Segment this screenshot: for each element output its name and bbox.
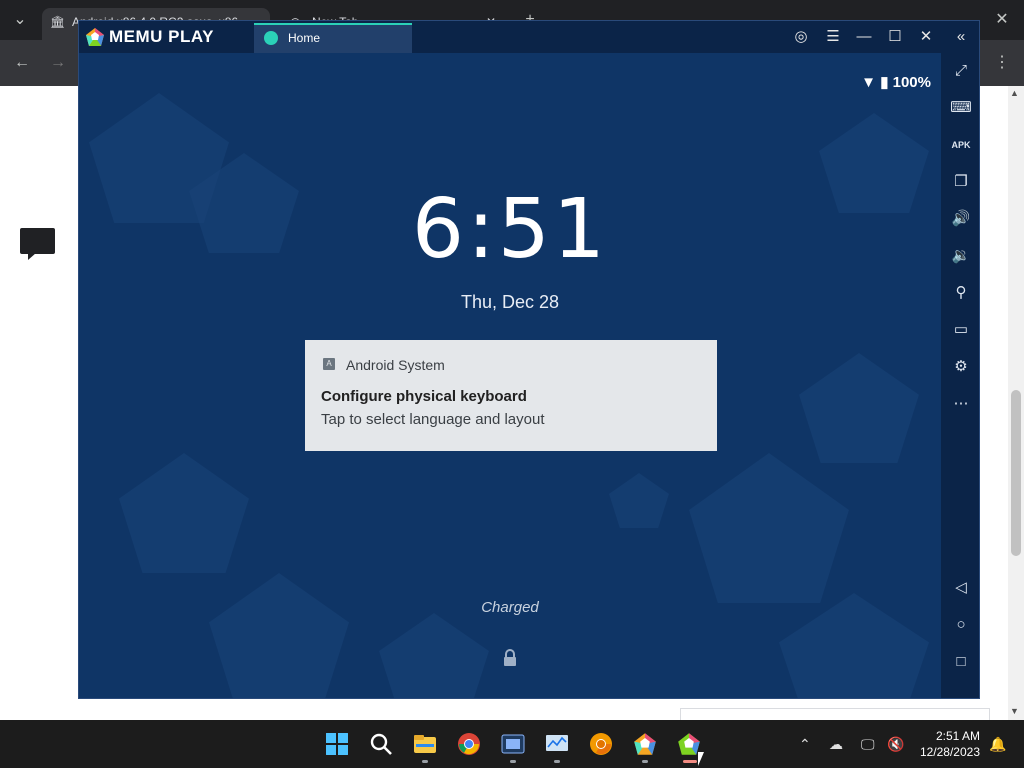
location-icon[interactable]: ⚲ (949, 281, 973, 305)
background-pentagon (119, 453, 249, 573)
close-icon[interactable]: ✕ (916, 27, 936, 47)
bank-icon: 🏛 (50, 15, 66, 29)
memu-brand: MEMU PLAY (109, 27, 214, 46)
scrollbar-thumb[interactable] (1011, 390, 1021, 556)
tab-search-dropdown-icon[interactable]: ⌄ (8, 10, 32, 30)
chrome-icon[interactable] (457, 732, 481, 756)
running-indicator (642, 760, 648, 763)
scroll-up-icon[interactable]: ▲ (1010, 88, 1019, 98)
account-icon[interactable]: ◎ (791, 27, 811, 47)
memu-sidebar: ⤢ ⌨ APK ❐ 🔊 🔉 ⚲ ▭ ⚙ ⋯ ◁ ○ □ (941, 53, 979, 698)
network-icon[interactable]: 🖵 (861, 734, 875, 754)
menu-icon[interactable]: ☰ (823, 27, 843, 47)
back-arrow-icon[interactable]: ← (10, 53, 34, 73)
chat-icon[interactable] (20, 228, 55, 260)
monitor-icon[interactable] (545, 732, 569, 756)
active-app-indicator (683, 760, 697, 763)
notification-card[interactable]: A Android System Configure physical keyb… (305, 340, 717, 451)
memu-window: MEMU PLAY Home ◎ ☰ — ☐ ✕ « ▼ ▮ 100% 6:51… (78, 20, 980, 699)
notification-app: Android System (346, 357, 445, 373)
android-system-icon: A (323, 358, 335, 370)
battery-icon: ▮ (880, 74, 889, 91)
running-indicator (510, 760, 516, 763)
background-pentagon (799, 353, 919, 463)
minimize-icon[interactable]: — (854, 27, 874, 47)
mouse-cursor-icon (698, 752, 704, 766)
apk-icon[interactable]: APK (949, 133, 973, 157)
home-icon[interactable]: ○ (949, 613, 973, 637)
windows-start-icon[interactable] (325, 732, 349, 756)
tray-time[interactable]: 2:51 AM (910, 729, 980, 744)
onedrive-icon[interactable]: ☁ (829, 734, 843, 754)
background-pentagon (209, 573, 349, 698)
chrome-canary-icon[interactable] (589, 732, 613, 756)
running-indicator (554, 760, 560, 763)
settings-icon[interactable]: ⚙ (949, 355, 973, 379)
lockscreen-clock: 6:51 (411, 182, 609, 277)
wifi-icon: ▼ (861, 74, 877, 91)
memu-icon[interactable] (633, 732, 657, 756)
background-pentagon (379, 613, 489, 698)
browser-menu-icon[interactable]: ⋮ (990, 53, 1014, 73)
recents-icon[interactable]: □ (949, 650, 973, 674)
scroll-down-icon[interactable]: ▼ (1010, 706, 1019, 716)
running-indicator (422, 760, 428, 763)
fullscreen-icon[interactable]: ⤢ (949, 59, 973, 83)
notification-bell-icon[interactable]: 🔔 (989, 734, 1006, 754)
memu-tab-home[interactable]: Home (254, 23, 412, 53)
volume-up-icon[interactable]: 🔊 (949, 207, 973, 231)
maximize-icon[interactable]: ☐ (885, 27, 905, 47)
search-icon[interactable] (369, 732, 393, 756)
background-pentagon (689, 453, 849, 603)
memu-logo-icon (86, 28, 104, 46)
forward-arrow-icon[interactable]: → (46, 53, 70, 73)
show-hidden-icons[interactable]: ⌃ (799, 734, 811, 754)
memu-tab-label: Home (288, 31, 321, 45)
file-explorer-icon[interactable] (413, 732, 437, 756)
battery-level: 100% (892, 74, 931, 91)
volume-muted-icon[interactable]: 🔇 (887, 734, 904, 754)
folder-icon[interactable]: ▭ (949, 318, 973, 342)
media-icon[interactable] (501, 732, 525, 756)
lockscreen-date: Thu, Dec 28 (460, 292, 560, 312)
back-icon[interactable]: ◁ (949, 576, 973, 600)
more-icon[interactable]: ⋯ (949, 392, 973, 416)
charging-status: Charged (481, 599, 539, 616)
android-screen[interactable]: ▼ ▮ 100% 6:51 Thu, Dec 28 A Android Syst… (79, 53, 941, 698)
home-tab-icon (264, 31, 278, 45)
notification-title: Configure physical keyboard (321, 388, 527, 405)
multi-window-icon[interactable]: ❐ (949, 170, 973, 194)
tray-date[interactable]: 12/28/2023 (910, 745, 980, 760)
keyboard-icon[interactable]: ⌨ (949, 96, 973, 120)
lock-icon[interactable] (501, 649, 519, 667)
window-close-icon[interactable]: ✕ (990, 10, 1014, 30)
memu-title-bar: MEMU PLAY Home ◎ ☰ — ☐ ✕ « (79, 21, 979, 53)
notification-text: Tap to select language and layout (321, 411, 545, 428)
status-bar: ▼ ▮ 100% (861, 73, 931, 93)
volume-down-icon[interactable]: 🔉 (949, 244, 973, 268)
background-pentagon (609, 473, 669, 528)
collapse-sidebar-icon[interactable]: « (951, 27, 971, 47)
